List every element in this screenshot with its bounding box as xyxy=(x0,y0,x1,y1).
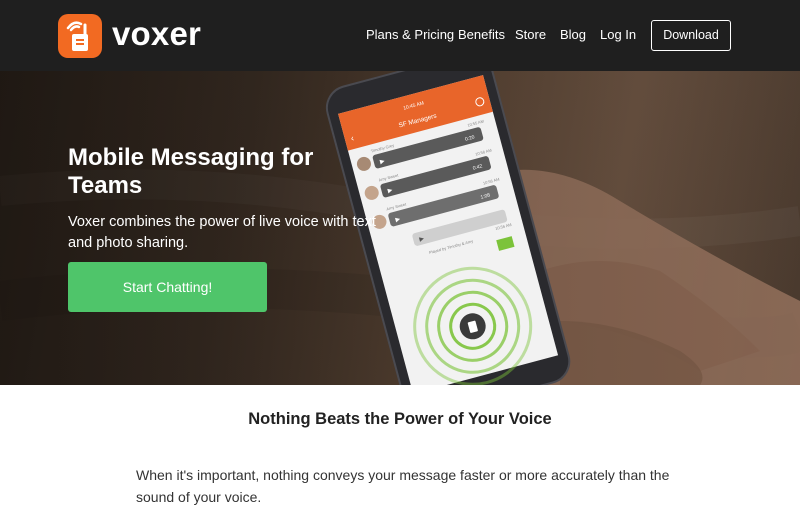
nav-benefits[interactable]: Benefits xyxy=(458,27,505,43)
nav-store[interactable]: Store xyxy=(515,27,546,43)
top-navigation-bar: voxer Plans & Pricing Benefits Store Blo… xyxy=(0,0,800,71)
hero-banner: 10:45 AM SF Managers ‹ Timothy Grey 10:5… xyxy=(0,71,800,385)
section-heading: Nothing Beats the Power of Your Voice xyxy=(248,410,552,428)
logo-wordmark[interactable]: voxer xyxy=(112,14,201,54)
nav-plans-pricing[interactable]: Plans & Pricing xyxy=(366,27,454,43)
download-button[interactable]: Download xyxy=(651,20,731,51)
start-chatting-button[interactable]: Start Chatting! xyxy=(68,262,267,312)
nav-blog[interactable]: Blog xyxy=(560,27,586,43)
hero-subtitle: Voxer combines the power of live voice w… xyxy=(68,214,376,251)
hero-headline: Mobile Messaging for Teams xyxy=(68,144,314,199)
voxer-logo-icon[interactable] xyxy=(58,14,102,58)
walkie-talkie-icon xyxy=(66,21,88,51)
nav-log-in[interactable]: Log In xyxy=(600,27,636,43)
section-body-text: When it's important, nothing conveys you… xyxy=(136,467,670,505)
